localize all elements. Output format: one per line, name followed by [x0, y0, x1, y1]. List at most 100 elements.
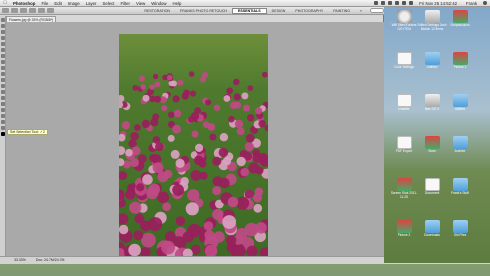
desktop-icon-label: Scan: [428, 149, 436, 153]
folder-icon: [452, 136, 468, 149]
flower-bloom: [247, 85, 254, 91]
gradient-tool-icon[interactable]: [1, 84, 5, 88]
clone-stamp-icon[interactable]: [1, 66, 5, 70]
doc-icon: [396, 52, 412, 65]
path-selection-icon[interactable]: [1, 108, 5, 112]
menu-layer[interactable]: Layer: [83, 1, 100, 6]
status-icon[interactable]: [374, 1, 379, 5]
flower-bloom: [191, 130, 199, 138]
menu-select[interactable]: Select: [99, 1, 117, 6]
move-tool-icon[interactable]: [1, 18, 5, 22]
shape-tool-icon[interactable]: [1, 114, 5, 118]
desktop-icon-label: Picture 2: [397, 233, 411, 237]
quick-selection-tool-icon[interactable]: [1, 36, 5, 40]
flower-bloom: [167, 111, 175, 119]
zoom-tool-icon[interactable]: [1, 126, 5, 130]
flower-bloom: [157, 191, 169, 204]
desktop-icon[interactable]: Old Files: [445, 220, 475, 238]
menu-window[interactable]: Window: [148, 1, 169, 6]
flower-bloom: [175, 158, 185, 168]
flowers-photo[interactable]: [119, 34, 268, 257]
menu-edit[interactable]: Edit: [51, 1, 64, 6]
battery-icon[interactable]: [409, 1, 414, 5]
flower-bloom: [207, 123, 216, 131]
desktop-icon[interactable]: Scriptaculous: [445, 10, 475, 28]
type-tool-icon[interactable]: [1, 102, 5, 106]
flower-bloom: [261, 71, 268, 78]
crop-tool-icon[interactable]: [1, 42, 5, 46]
flower-bloom: [161, 240, 175, 255]
desktop-icon[interactable]: Wifi Sites/Folders 120 ITEM: [389, 10, 419, 31]
brush-tool-icon[interactable]: [1, 60, 5, 64]
menu-user[interactable]: Frank: [463, 1, 480, 6]
volume-icon[interactable]: [402, 1, 407, 5]
status-icon[interactable]: [381, 1, 386, 5]
spotlight-icon[interactable]: [483, 1, 487, 5]
history-brush-icon[interactable]: [1, 72, 5, 76]
menu-view[interactable]: View: [133, 1, 148, 6]
healing-brush-icon[interactable]: [1, 54, 5, 58]
eyedropper-tool-icon[interactable]: [1, 48, 5, 52]
arrange-documents-icon[interactable]: [38, 8, 45, 13]
desktop-icon[interactable]: PDF Export: [389, 136, 419, 154]
wifi-icon[interactable]: [395, 1, 400, 5]
flower-bloom: [243, 104, 250, 112]
desktop-icon-label: Scriptaculous: [450, 23, 470, 27]
doc-size-readout[interactable]: Doc: 24.7M/24.7M: [36, 258, 65, 262]
hand-tool-icon[interactable]: [1, 120, 5, 124]
flower-bloom: [245, 133, 255, 143]
extras-icon[interactable]: [29, 8, 36, 13]
desktop-icon[interactable]: Edited Settings Josh Motion 12 items: [417, 10, 447, 31]
workspace-design[interactable]: DESIGN: [267, 9, 291, 13]
desktop-icon[interactable]: Picture 1: [445, 52, 475, 70]
dodge-tool-icon[interactable]: [1, 90, 5, 94]
zoom-readout[interactable]: 33.33%: [14, 258, 26, 262]
workspace-photography[interactable]: PHOTOGRAPHY: [290, 9, 328, 13]
desktop-icon[interactable]: Downloads: [417, 220, 447, 238]
bluetooth-icon[interactable]: [388, 1, 393, 5]
menu-clock[interactable]: Fri Nov 25 14:52:42: [416, 1, 460, 6]
desktop-icon[interactable]: Mac OS X: [417, 94, 447, 112]
desktop-icon[interactable]: Scan: [417, 136, 447, 154]
menu-app-name[interactable]: Photoshop: [10, 1, 38, 6]
color-swatch-icon[interactable]: [1, 132, 5, 136]
desktop-icon[interactable]: Archive: [445, 136, 475, 154]
flower-bloom: [195, 143, 204, 152]
desktop-icon[interactable]: Picture 2: [389, 220, 419, 238]
status-bar: 33.33% Doc: 24.7M/24.7M: [0, 256, 384, 263]
flower-bloom: [248, 162, 260, 174]
menu-filter[interactable]: Filter: [117, 1, 133, 6]
zoom-level-icon[interactable]: [20, 8, 27, 13]
dock[interactable]: [0, 263, 490, 276]
mini-bridge-icon[interactable]: [11, 8, 18, 13]
flower-bloom: [190, 112, 200, 121]
desktop-icon[interactable]: Screen Shot 2011-11-25: [389, 178, 419, 199]
desktop-icon[interactable]: Utilities: [445, 94, 475, 112]
flowers-image: [119, 34, 268, 257]
flower-bloom: [219, 177, 230, 189]
workspace-more[interactable]: »: [355, 9, 367, 13]
eraser-tool-icon[interactable]: [1, 78, 5, 82]
flower-bloom: [177, 79, 184, 86]
screen-mode-icon[interactable]: [47, 8, 54, 13]
desktop-icon[interactable]: Installer: [389, 94, 419, 112]
menu-help[interactable]: Help: [170, 1, 185, 6]
workspace-restoration[interactable]: RESTORATION: [139, 9, 175, 13]
desktop-icon[interactable]: Document: [417, 178, 447, 196]
pic-icon: [396, 178, 412, 191]
lasso-tool-icon[interactable]: [1, 30, 5, 34]
workspace-essentials[interactable]: ESSENTIALS: [232, 7, 267, 14]
cs-live-search[interactable]: [370, 8, 384, 13]
bridge-icon[interactable]: [2, 8, 9, 13]
menu-file[interactable]: File: [38, 1, 51, 6]
menu-image[interactable]: Image: [65, 1, 83, 6]
workspace-painting[interactable]: PAINTING: [328, 9, 355, 13]
desktop-icon[interactable]: Frank's Stuff: [445, 178, 475, 196]
flower-bloom: [227, 196, 239, 208]
desktop-icon[interactable]: Untitled: [417, 52, 447, 70]
pen-tool-icon[interactable]: [1, 96, 5, 100]
apple-menu-icon[interactable]: : [0, 0, 10, 6]
desktop-icon[interactable]: Color Settings: [389, 52, 419, 70]
workspace-franks-photo-retouch[interactable]: FRANKS PHOTO RETOUCH: [175, 9, 232, 13]
marquee-tool-icon[interactable]: [1, 24, 5, 28]
